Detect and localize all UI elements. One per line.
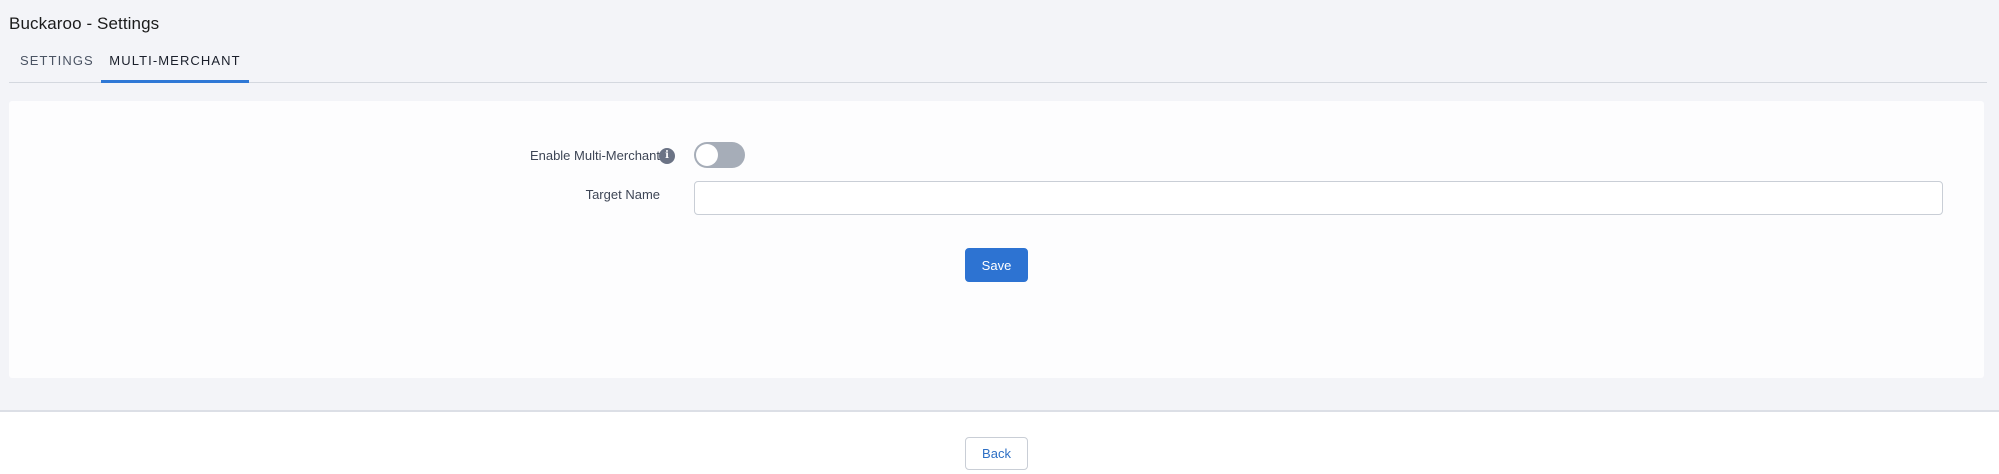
enable-multi-merchant-toggle[interactable] [694,142,745,168]
save-button[interactable]: Save [965,248,1028,282]
info-icon[interactable]: i [659,148,675,164]
page: Buckaroo - Settings SETTINGS MULTI-MERCH… [0,0,1999,474]
settings-panel: Buckaroo - Settings SETTINGS MULTI-MERCH… [0,0,1999,412]
page-title: Buckaroo - Settings [9,14,160,33]
toggle-knob [696,144,718,166]
target-name-input[interactable] [694,181,1943,215]
multi-merchant-card: Enable Multi-Merchant i Target Name Save [9,101,1984,378]
target-name-label: Target Name [585,187,660,202]
tab-multi-merchant[interactable]: MULTI-MERCHANT [101,46,249,83]
back-button[interactable]: Back [965,437,1028,470]
tab-bar: SETTINGS MULTI-MERCHANT [9,46,1987,83]
enable-multi-merchant-label: Enable Multi-Merchant [529,148,660,163]
tab-settings[interactable]: SETTINGS [20,46,94,83]
